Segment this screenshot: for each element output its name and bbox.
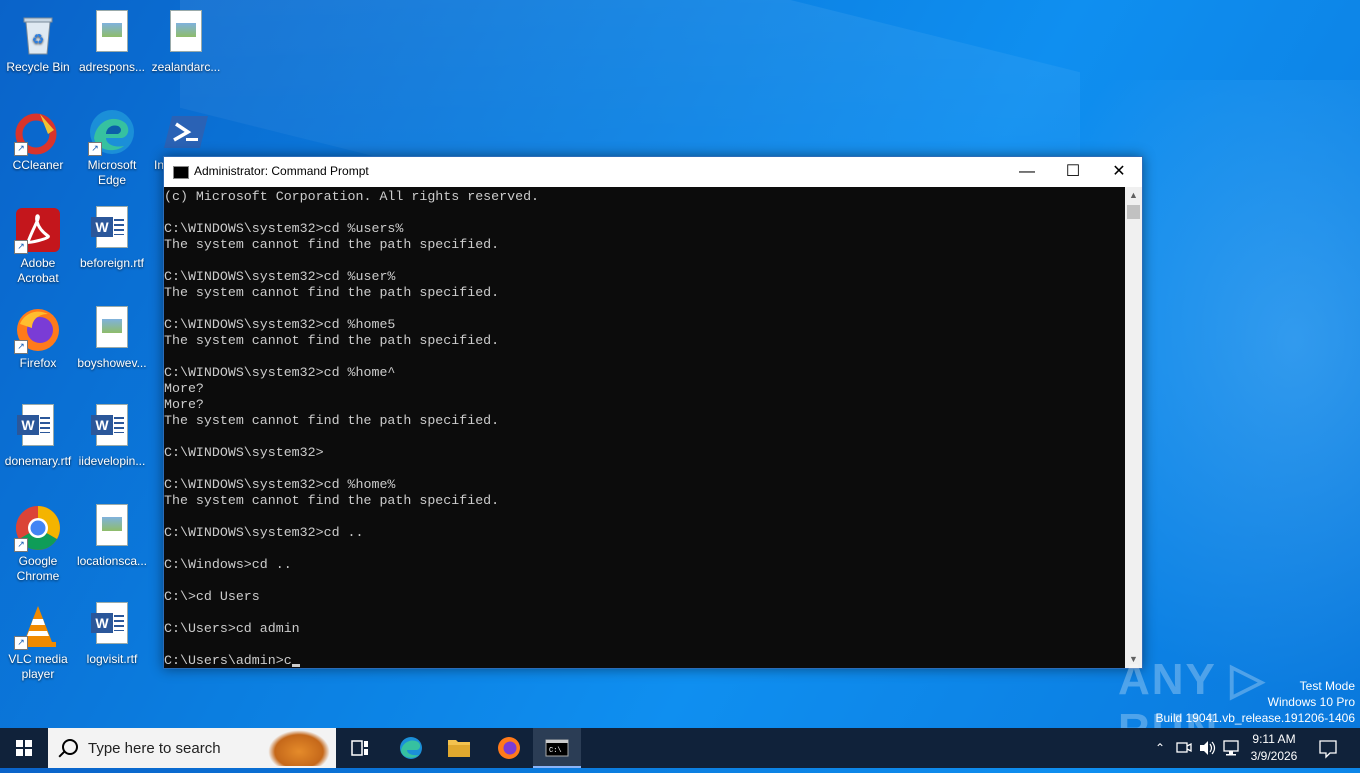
desktop-icon-label: VLC media player [8, 652, 68, 681]
desktop-icon-adrespons[interactable]: adrespons... [74, 4, 150, 75]
minimize-button[interactable]: — [1004, 157, 1050, 187]
console-output[interactable]: (c) Microsoft Corporation. All rights re… [164, 187, 1125, 668]
firefox-icon [498, 737, 520, 759]
taskbar-edge[interactable] [387, 728, 435, 768]
test-mode-notice: Test Mode Windows 10 Pro Build 19041.vb_… [1156, 678, 1356, 726]
desktop-icon-label: donemary.rtf [4, 454, 72, 468]
shortcut-arrow-icon: ↗ [14, 636, 28, 650]
taskbar-file-explorer[interactable] [435, 728, 483, 768]
taskbar-search-box[interactable]: Type here to search [48, 728, 336, 768]
desktop-icon-recycle-bin[interactable]: ♻ Recycle Bin [0, 4, 76, 75]
desktop-icon-adobe-acrobat[interactable]: ↗ Adobe Acrobat [0, 200, 76, 286]
desktop-icon-donemary-rtf[interactable]: W donemary.rtf [0, 398, 76, 469]
desktop-icon-label: boyshowev... [77, 356, 147, 370]
shortcut-arrow-icon: ↗ [14, 142, 28, 156]
build-label: Build 19041.vb_release.191206-1406 [1155, 711, 1356, 725]
desktop-icon-microsoft-edge[interactable]: ↗ Microsoft Edge [74, 102, 150, 188]
scroll-up-arrow-icon[interactable]: ▲ [1125, 187, 1142, 204]
console-input-line[interactable]: C:\Users\admin>c [164, 653, 292, 668]
clock-date: 3/9/2026 [1250, 749, 1298, 763]
word-document-icon: W [88, 206, 136, 254]
folder-icon [448, 740, 470, 757]
desktop-icon-label: adrespons... [78, 60, 146, 74]
powershell-icon [162, 108, 210, 156]
show-hidden-icons-chevron-icon[interactable]: ⌃ [1150, 728, 1170, 768]
command-prompt-window[interactable]: Administrator: Command Prompt — ☐ ✕ (c) … [163, 156, 1143, 669]
google-chrome-icon: ↗ [14, 504, 62, 552]
taskbar-clock[interactable]: 9:11 AM 3/9/2026 [1243, 731, 1305, 765]
notification-icon [1319, 740, 1337, 759]
desktop-icon-label: Microsoft Edge [87, 158, 137, 187]
scrollbar-thumb[interactable] [1127, 205, 1140, 219]
desktop-icon-vlc[interactable]: ↗ VLC media player [0, 596, 76, 682]
image-file-icon [88, 306, 136, 354]
microsoft-edge-icon [400, 737, 422, 759]
image-file-icon [88, 10, 136, 58]
text-cursor [291, 664, 300, 667]
maximize-button[interactable]: ☐ [1050, 157, 1096, 187]
window-title: Administrator: Command Prompt [194, 164, 369, 178]
windows-logo-icon [16, 740, 32, 756]
test-mode-label: Test Mode [1299, 679, 1355, 693]
meet-now-icon[interactable] [1172, 728, 1194, 768]
svg-text:C:\: C:\ [549, 747, 562, 755]
action-center-button[interactable] [1312, 728, 1344, 768]
window-titlebar[interactable]: Administrator: Command Prompt — ☐ ✕ [164, 157, 1142, 187]
shortcut-arrow-icon: ↗ [88, 142, 102, 156]
desktop-icon-iideveloping[interactable]: W iidevelopin... [74, 398, 150, 469]
desktop-icon-ccleaner[interactable]: ↗ CCleaner [0, 102, 76, 173]
desktop-icon-zealandarc[interactable]: zealandarc... [148, 4, 224, 75]
firefox-icon: ↗ [14, 306, 62, 354]
vlc-cone-icon: ↗ [14, 602, 62, 650]
desktop-icon-label: logvisit.rtf [86, 652, 138, 666]
recycle-bin-icon: ♻ [14, 10, 62, 58]
desktop-icon-beforeign-rtf[interactable]: W beforeign.rtf [74, 200, 150, 271]
search-icon [62, 739, 78, 755]
taskbar-firefox[interactable] [485, 728, 533, 768]
task-view-icon [351, 740, 368, 756]
desktop-icon-boyshowev[interactable]: boyshowev... [74, 300, 150, 371]
desktop-icon-logvisit-rtf[interactable]: W logvisit.rtf [74, 596, 150, 667]
desktop-icon-label: beforeign.rtf [79, 256, 145, 270]
console-history: (c) Microsoft Corporation. All rights re… [164, 189, 540, 636]
desktop-icon-label: zealandarc... [151, 60, 221, 74]
network-icon[interactable] [1220, 728, 1242, 768]
volume-icon[interactable] [1196, 728, 1218, 768]
desktop-icon-label: Google Chrome [16, 554, 60, 583]
shortcut-arrow-icon: ↗ [14, 538, 28, 552]
task-view-button[interactable] [336, 728, 384, 768]
shortcut-arrow-icon: ↗ [14, 340, 28, 354]
image-file-icon [88, 504, 136, 552]
taskbar-command-prompt[interactable]: C:\ [533, 728, 581, 768]
taskbar: Type here to search C:\ ⌃ 9:11 AM 3/9/20… [0, 728, 1360, 768]
windows-edition-label: Windows 10 Pro [1267, 695, 1355, 709]
desktop-icon-firefox[interactable]: ↗ Firefox [0, 300, 76, 371]
word-document-icon: W [14, 404, 62, 452]
microsoft-edge-icon: ↗ [88, 108, 136, 156]
clock-time: 9:11 AM [1252, 732, 1296, 746]
start-button[interactable] [0, 728, 48, 768]
desktop-icon-google-chrome[interactable]: ↗ Google Chrome [0, 498, 76, 584]
close-button[interactable]: ✕ [1096, 157, 1142, 187]
vertical-scrollbar[interactable]: ▲ ▼ [1125, 187, 1142, 668]
shortcut-arrow-icon: ↗ [14, 240, 28, 254]
desktop-icon-label: CCleaner [12, 158, 64, 172]
ccleaner-icon: ↗ [14, 108, 62, 156]
image-file-icon [162, 10, 210, 58]
svg-text:♻: ♻ [32, 31, 45, 47]
desktop-icon-locationsca[interactable]: locationsca... [74, 498, 150, 569]
desktop-icon-label: locationsca... [76, 554, 148, 568]
command-prompt-icon: C:\ [545, 739, 569, 757]
desktop-icon-label: Firefox [19, 356, 57, 370]
search-placeholder: Type here to search [88, 740, 221, 757]
desktop-icon-label: Adobe Acrobat [17, 256, 59, 285]
adobe-acrobat-icon: ↗ [14, 206, 62, 254]
cmd-app-icon [173, 166, 189, 179]
desktop-icon-label: iidevelopin... [78, 454, 146, 468]
search-highlight-image [268, 730, 330, 766]
desktop-icon-label: Recycle Bin [6, 60, 70, 74]
word-document-icon: W [88, 404, 136, 452]
word-document-icon: W [88, 602, 136, 650]
